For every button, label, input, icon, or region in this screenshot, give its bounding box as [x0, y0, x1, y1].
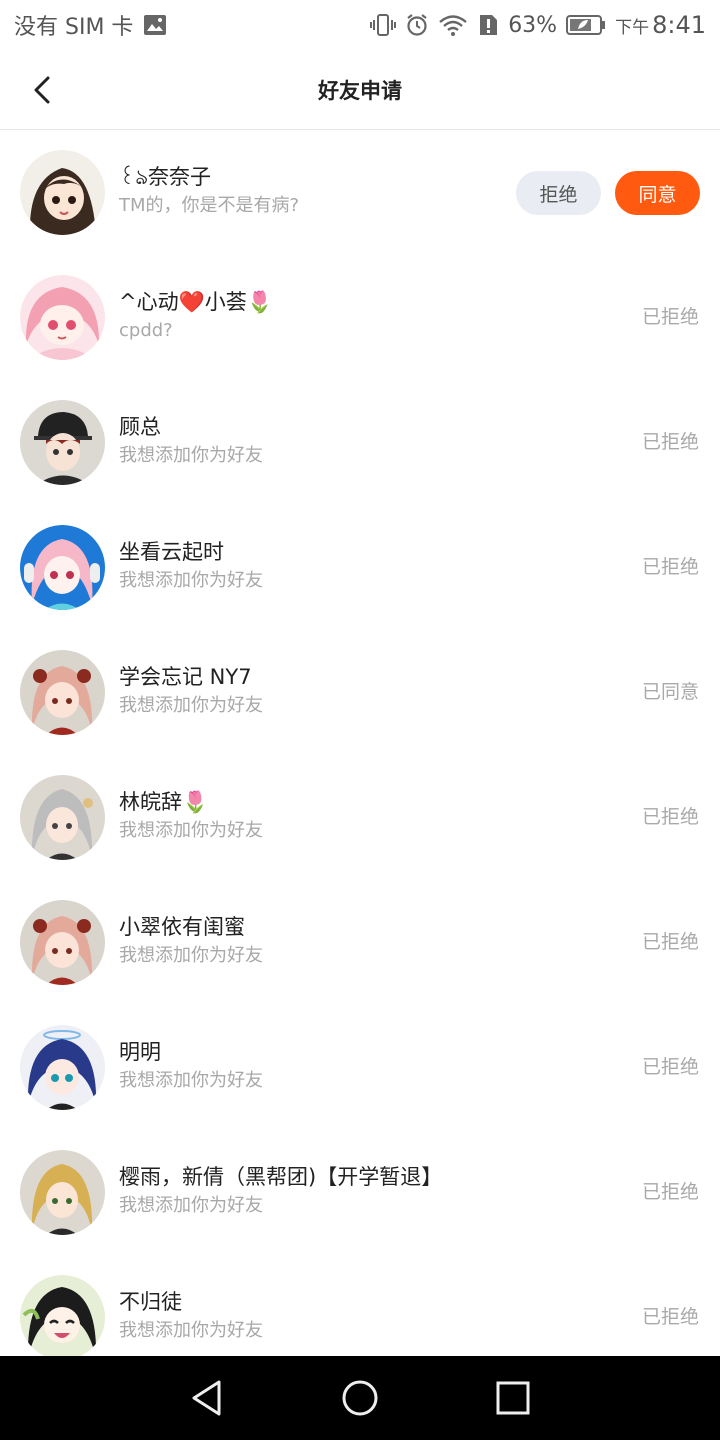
- chevron-left-icon: [34, 76, 50, 104]
- home-circle-icon: [342, 1380, 378, 1416]
- request-message: 我想添加你为好友: [119, 570, 263, 591]
- list-item[interactable]: 小翠依有闺蜜 我想添加你为好友 已拒绝: [0, 880, 720, 1005]
- requester-name: ^心动❤️小荟🌷: [119, 290, 273, 314]
- list-item[interactable]: ꒰ঌ奈奈子 TM的，你是不是有病? 拒绝 同意: [0, 130, 720, 255]
- avatar[interactable]: [20, 1150, 105, 1235]
- list-item[interactable]: 学会忘记 NY7 我想添加你为好友 已同意: [0, 630, 720, 755]
- reject-button[interactable]: 拒绝: [516, 171, 601, 215]
- request-status: 已拒绝: [641, 431, 699, 453]
- request-message: 我想添加你为好友: [119, 1195, 263, 1216]
- battery-percent: 63%: [508, 12, 558, 38]
- avatar[interactable]: [20, 650, 105, 735]
- requester-name: 学会忘记 NY7: [119, 665, 252, 689]
- request-message: cpdd?: [119, 320, 173, 341]
- list-item[interactable]: 坐看云起时 我想添加你为好友 已拒绝: [0, 505, 720, 630]
- request-message: 我想添加你为好友: [119, 820, 263, 841]
- requester-name: 林皖辞🌷: [119, 790, 209, 814]
- list-item[interactable]: 不归徒 我想添加你为好友 已拒绝: [0, 1255, 720, 1356]
- request-status: 已拒绝: [641, 931, 699, 953]
- list-item[interactable]: 顾总 我想添加你为好友 已拒绝: [0, 380, 720, 505]
- page-title: 好友申请: [318, 78, 402, 103]
- carrier-text: 没有 SIM 卡: [14, 15, 134, 40]
- avatar[interactable]: [20, 275, 105, 360]
- list-item[interactable]: 林皖辞🌷 我想添加你为好友 已拒绝: [0, 755, 720, 880]
- request-status: 已拒绝: [641, 806, 699, 828]
- list-item[interactable]: 樱雨，新倩（黑帮团)【开学暂退】 我想添加你为好友 已拒绝: [0, 1130, 720, 1255]
- header: 好友申请: [0, 50, 720, 130]
- avatar[interactable]: [20, 150, 105, 235]
- request-message: TM的，你是不是有病?: [119, 195, 300, 216]
- request-status: 已拒绝: [641, 556, 699, 578]
- list-item[interactable]: ^心动❤️小荟🌷 cpdd? 已拒绝: [0, 255, 720, 380]
- nav-back-button[interactable]: [177, 1368, 237, 1428]
- avatar[interactable]: [20, 525, 105, 610]
- avatar[interactable]: [20, 900, 105, 985]
- requester-name: 明明: [119, 1040, 161, 1064]
- time-prefix: 下午: [615, 17, 650, 38]
- avatar[interactable]: [20, 400, 105, 485]
- clock: 8:41: [652, 11, 706, 39]
- nav-home-button[interactable]: [330, 1368, 390, 1428]
- requester-name: 樱雨，新倩（黑帮团)【开学暂退】: [119, 1165, 443, 1189]
- request-status: 已拒绝: [641, 1181, 699, 1203]
- friend-request-list: ꒰ঌ奈奈子 TM的，你是不是有病? 拒绝 同意 ^心动❤️小荟🌷 cpdd? 已…: [0, 130, 720, 1356]
- request-message: 我想添加你为好友: [119, 1070, 263, 1091]
- request-message: 我想添加你为好友: [119, 1320, 263, 1341]
- requester-name: 坐看云起时: [119, 540, 224, 564]
- request-status: 已拒绝: [641, 1306, 699, 1328]
- recents-square-icon: [496, 1381, 530, 1415]
- accept-button[interactable]: 同意: [615, 171, 700, 215]
- request-status: 已拒绝: [641, 1056, 699, 1078]
- alert-icon: [477, 13, 499, 37]
- request-status: 已拒绝: [641, 306, 699, 328]
- battery-icon: [566, 14, 606, 36]
- request-message: 我想添加你为好友: [119, 445, 263, 466]
- avatar[interactable]: [20, 775, 105, 860]
- vibrate-icon: [370, 13, 397, 37]
- list-item[interactable]: 明明 我想添加你为好友 已拒绝: [0, 1005, 720, 1130]
- request-status: 已同意: [641, 681, 699, 703]
- requester-name: 小翠依有闺蜜: [119, 915, 245, 939]
- back-button[interactable]: [22, 70, 62, 110]
- avatar[interactable]: [20, 1275, 105, 1356]
- requester-name: 不归徒: [119, 1290, 182, 1314]
- request-message: 我想添加你为好友: [119, 945, 263, 966]
- back-triangle-icon: [192, 1380, 221, 1416]
- status-bar: 没有 SIM 卡 63% 下午 8:41: [0, 0, 720, 50]
- requester-name: ꒰ঌ奈奈子: [119, 165, 212, 189]
- avatar[interactable]: [20, 1025, 105, 1110]
- navigation-bar: [0, 1356, 720, 1440]
- wifi-icon: [438, 13, 468, 37]
- alarm-icon: [405, 13, 429, 37]
- nav-recents-button[interactable]: [483, 1368, 543, 1428]
- request-message: 我想添加你为好友: [119, 695, 263, 716]
- requester-name: 顾总: [119, 415, 161, 439]
- image-icon: [143, 14, 167, 36]
